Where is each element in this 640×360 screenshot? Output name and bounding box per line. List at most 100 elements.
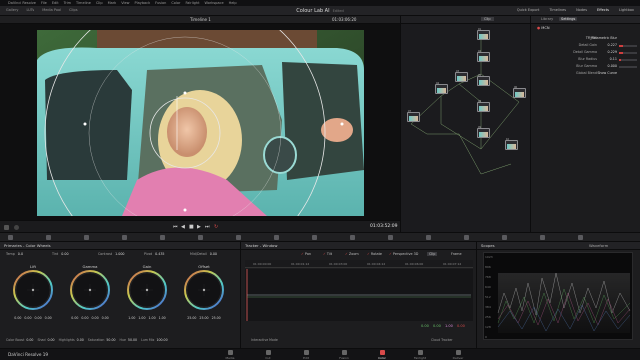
tab-nodes[interactable]: Nodes [576, 8, 587, 12]
loop-playback-icon[interactable]: ↻ [214, 224, 218, 230]
param-mid-detail[interactable]: Mid/Detail 0.00 [190, 252, 217, 256]
menu-item-clip[interactable]: Clip [96, 1, 103, 5]
menu-item-color[interactable]: Color [171, 1, 180, 5]
jog-icon[interactable] [14, 225, 19, 230]
field-blur-radius[interactable]: Blur Radius 0.11 [539, 57, 639, 63]
play-icon[interactable]: ▶ [197, 224, 201, 230]
field-slider[interactable] [619, 66, 637, 68]
fx-header[interactable]: ● MCN [537, 26, 550, 30]
field-detail-gamma[interactable]: Detail Gamma 0.229 [539, 50, 639, 56]
skip-forward-icon[interactable]: ⏭ [205, 224, 210, 230]
3d-icon[interactable] [426, 235, 431, 240]
menu-item-playback[interactable]: Playback [135, 1, 151, 5]
field-value[interactable]: 0.11 [610, 57, 617, 61]
footer-value-lum-mix[interactable]: 100.00 [156, 338, 167, 342]
node-07[interactable]: 07 [407, 110, 420, 122]
window-icon[interactable] [236, 235, 241, 240]
tracker-toggle-tilt[interactable]: ✓ Tilt [323, 252, 332, 256]
lut-icon[interactable] [540, 235, 545, 240]
cloud-tracker-option[interactable]: Cloud Tracker [431, 338, 453, 342]
viewer[interactable] [0, 24, 400, 220]
node-02[interactable]: 02 [477, 50, 490, 62]
field-detail-gain[interactable]: Detail Gain 0.227 [539, 43, 639, 49]
color-wheel-lift[interactable] [13, 270, 53, 310]
loop-icon[interactable] [4, 225, 9, 230]
wheel-values-gain[interactable]: 1.00 1.00 1.00 1.00 [124, 316, 170, 320]
rewind-icon[interactable]: ◀ [181, 224, 185, 230]
wheel-values-offset[interactable]: 25.00 25.00 25.00 [181, 316, 227, 320]
curves-icon[interactable] [160, 235, 165, 240]
cursor-icon[interactable] [8, 235, 13, 240]
node-01[interactable]: 01 [477, 28, 490, 40]
footer-value-color-boost[interactable]: 0.00 [26, 338, 33, 342]
menu-item-mark[interactable]: Mark [108, 1, 117, 5]
node-06[interactable]: 06 [513, 86, 526, 98]
text-icon[interactable] [502, 235, 507, 240]
skip-back-icon[interactable]: ⏮ [173, 224, 178, 230]
node-10[interactable]: 10 [505, 138, 518, 150]
tab-effects[interactable]: Effects [597, 8, 609, 12]
scope-mode-select[interactable]: Waveform [589, 243, 608, 248]
menu-item-view[interactable]: View [121, 1, 129, 5]
field-value[interactable]: 0.227 [608, 43, 617, 47]
stop-icon[interactable]: ■ [189, 224, 194, 230]
page-edit[interactable]: Edit [294, 350, 318, 360]
field-slider[interactable] [619, 52, 637, 54]
page-cut[interactable]: Cut [256, 350, 280, 360]
menu-item-trim[interactable]: Trim [64, 1, 71, 5]
param-temp[interactable]: Temp 0.0 [6, 252, 23, 256]
node-08[interactable]: 08 [477, 100, 490, 112]
footer-value-saturation[interactable]: 50.00 [106, 338, 115, 342]
tab-settings[interactable]: Settings [559, 17, 578, 21]
tracker-tab-clip[interactable]: Clip [427, 252, 438, 256]
tracker-toggle-rotate[interactable]: ✓ Rotate [367, 252, 382, 256]
field-value[interactable]: 0.000 [608, 64, 617, 68]
tracker-icon[interactable] [274, 235, 279, 240]
menu-item-help[interactable]: Help [229, 1, 237, 5]
key-icon[interactable] [350, 235, 355, 240]
tracker-toggle-pan[interactable]: ✓ Pan [301, 252, 311, 256]
menu-item-davinci-resolve[interactable]: DaVinci Resolve [8, 1, 36, 5]
timeline-name[interactable]: Timeline 1 [190, 17, 211, 22]
field-slider[interactable] [619, 45, 637, 47]
color-wheel-offset[interactable] [184, 270, 224, 310]
color-wheel-gain[interactable] [127, 270, 167, 310]
menu-item-fairlight[interactable]: Fairlight [185, 1, 199, 5]
node-04[interactable]: 04 [435, 82, 448, 94]
tracker-tab-frame[interactable]: Frame [451, 252, 462, 256]
node-editor[interactable]: Clip 01 02 03 04 05 06 07 08 09 10 [400, 16, 531, 232]
param-pivot[interactable]: Pivot 0.435 [144, 252, 165, 256]
menu-item-workspace[interactable]: Workspace [205, 1, 224, 5]
tracker-ruler[interactable]: 01:00:00:00 01:00:01:12 01:00:03:00 01:00:0… [245, 260, 473, 268]
wheel-values-lift[interactable]: 0.00 0.00 0.00 0.00 [10, 316, 56, 320]
footer-value-highlights[interactable]: 0.00 [77, 338, 84, 342]
tracker-graph[interactable] [245, 269, 473, 321]
tab-timelines[interactable]: Timelines [549, 8, 566, 12]
tab-quick-export[interactable]: Quick Export [517, 8, 539, 12]
menu-item-timeline[interactable]: Timeline [76, 1, 91, 5]
video-frame[interactable] [37, 30, 364, 216]
grid-icon[interactable] [46, 235, 51, 240]
page-media[interactable]: Media [218, 350, 242, 360]
page-deliver[interactable]: Deliver [446, 350, 470, 360]
field-value[interactable]: 0.229 [608, 50, 617, 54]
field-blur-gamma[interactable]: Blur Gamma 0.000 [539, 64, 639, 70]
footer-value-hue[interactable]: 50.00 [128, 338, 137, 342]
param-contrast[interactable]: Contrast 1.000 [98, 252, 125, 256]
wand-icon[interactable] [84, 235, 89, 240]
node-clip-tab[interactable]: Clip [481, 17, 494, 21]
eyedropper-icon[interactable] [122, 235, 127, 240]
wheel-values-gamma[interactable]: 0.00 0.00 0.00 0.00 [67, 316, 113, 320]
scope-icon[interactable] [578, 235, 583, 240]
page-fairlight[interactable]: Fairlight [408, 350, 432, 360]
menu-item-file[interactable]: File [41, 1, 47, 5]
node-05[interactable]: 05 [477, 74, 490, 86]
node-03[interactable]: 03 [455, 70, 468, 82]
footer-value-shad[interactable]: 0.00 [47, 338, 54, 342]
page-fusion[interactable]: Fusion [332, 350, 356, 360]
param-tint[interactable]: Tint 0.00 [52, 252, 69, 256]
field-mcn[interactable]: MCN TF_Parametric Blur [539, 36, 639, 42]
tracker-toggle-zoom[interactable]: ✓ Zoom [345, 252, 359, 256]
sizing-icon[interactable] [388, 235, 393, 240]
tab-library[interactable]: Library [541, 17, 553, 21]
